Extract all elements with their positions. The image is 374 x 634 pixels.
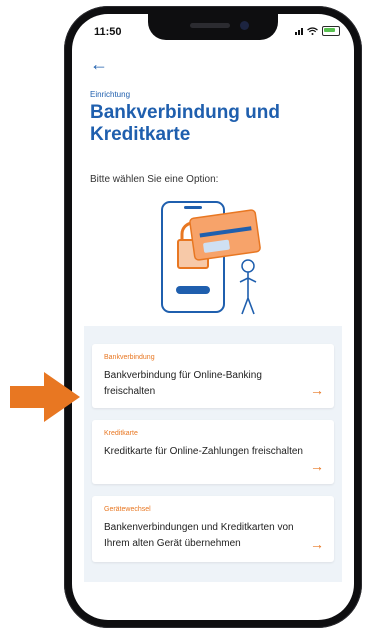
- option-label: Bankverbindung: [104, 354, 155, 361]
- orange-arrow-icon: [10, 372, 80, 422]
- speaker: [190, 23, 230, 28]
- arrow-right-icon: →: [310, 458, 324, 474]
- option-bankverbindung[interactable]: Bankverbindung Bankverbindung für Online…: [92, 344, 334, 408]
- wifi-icon: [307, 27, 318, 35]
- page-title: Bankverbindung und Kreditkarte: [90, 102, 280, 145]
- phone-card-illustration-icon: [161, 201, 261, 315]
- phone-frame: 11:50 ← Einrichtung Bankverbindung und K…: [64, 6, 362, 628]
- arrow-right-icon: →: [310, 536, 324, 552]
- phone-screen: 11:50 ← Einrichtung Bankverbindung und K…: [72, 14, 354, 620]
- option-label: Gerätewechsel: [104, 506, 151, 513]
- battery-icon: [322, 26, 340, 36]
- option-kreditkarte[interactable]: Kreditkarte Kreditkarte für Online-Zahlu…: [92, 420, 334, 484]
- status-time: 11:50: [94, 26, 122, 38]
- arrow-right-icon: →: [310, 382, 324, 398]
- option-label: Kreditkarte: [104, 430, 138, 437]
- option-prompt: Bitte wählen Sie eine Option:: [90, 174, 219, 185]
- option-description: Bankenverbindungen und Kreditkarten von …: [104, 522, 294, 549]
- option-description: Kreditkarte für Online-Zahlungen freisch…: [104, 446, 303, 457]
- back-button[interactable]: ←: [90, 54, 108, 75]
- option-description: Bankverbindung für Online-Banking freisc…: [104, 370, 262, 397]
- camera: [240, 21, 249, 30]
- notch: [148, 14, 278, 40]
- status-icons: [295, 26, 340, 36]
- option-geraetewechsel[interactable]: Gerätewechsel Bankenverbindungen und Kre…: [92, 496, 334, 562]
- arrow-left-icon: ←: [90, 54, 108, 74]
- signal-icon: [295, 27, 303, 35]
- section-overline: Einrichtung: [90, 90, 131, 99]
